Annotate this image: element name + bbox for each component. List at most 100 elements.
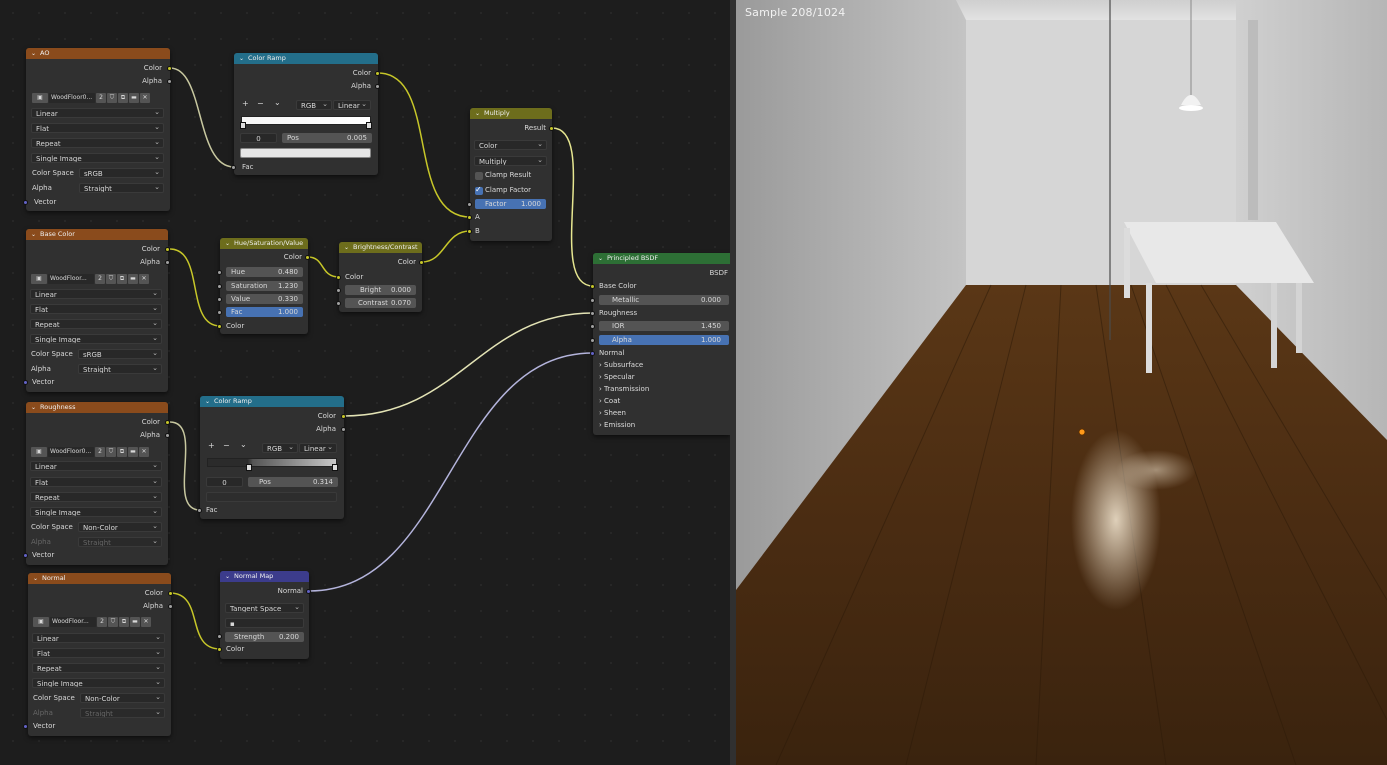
ramp2-color-socket[interactable]: [341, 414, 346, 419]
multiply-result-socket[interactable]: [549, 126, 554, 131]
source-dropdown[interactable]: Single Image: [30, 334, 162, 344]
panel-transmission[interactable]: › Transmission: [599, 383, 649, 395]
image-users-count[interactable]: 2: [96, 93, 106, 103]
ramp2-fac-socket[interactable]: [197, 508, 202, 513]
node-header[interactable]: ⌄ Normal: [28, 573, 171, 584]
node-header[interactable]: ⌄ Brightness/Contrast: [339, 242, 422, 253]
ramp1-color-socket[interactable]: [375, 71, 380, 76]
base-color-vector-socket[interactable]: [23, 380, 28, 385]
ramp1-alpha-socket[interactable]: [375, 84, 380, 89]
image-texture-node-normal[interactable]: ⌄ Normal Color Alpha ▣ WoodFloor... 2 ⛉ ⧉…: [28, 573, 171, 736]
panel-coat[interactable]: › Coat: [599, 395, 620, 407]
fake-user-shield-icon[interactable]: ⛉: [108, 617, 118, 627]
color-ramp-node-2[interactable]: ⌄ Color Ramp Color Alpha + − ⌄ RGB Linear…: [200, 396, 344, 519]
collapse-chevron-icon[interactable]: ⌄: [344, 242, 349, 253]
space-dropdown[interactable]: Tangent Space: [225, 603, 304, 613]
image-browse-icon[interactable]: ▣: [31, 447, 47, 457]
color-mode-dropdown[interactable]: RGB: [262, 443, 298, 453]
ramp-stop-right[interactable]: [332, 464, 338, 471]
base-color-color-socket[interactable]: [165, 247, 170, 252]
projection-dropdown[interactable]: Flat: [30, 477, 162, 487]
bc-contrast-socket[interactable]: [336, 301, 341, 306]
node-header[interactable]: ⌄ Multiply: [470, 108, 552, 119]
panel-emission[interactable]: › Emission: [599, 419, 635, 431]
ao-color-socket[interactable]: [167, 66, 172, 71]
source-dropdown[interactable]: Single Image: [31, 153, 164, 163]
extension-dropdown[interactable]: Repeat: [32, 663, 165, 673]
interpolation-dropdown[interactable]: Linear: [30, 461, 162, 471]
image-name-field[interactable]: WoodFloor0...: [48, 447, 94, 457]
collapse-chevron-icon[interactable]: ⌄: [598, 253, 603, 264]
extension-dropdown[interactable]: Repeat: [30, 319, 162, 329]
bc-color-output-socket[interactable]: [419, 260, 424, 265]
mix-multiply-node[interactable]: ⌄ Multiply Result Color Multiply Clamp Re…: [470, 108, 552, 241]
ramp2-alpha-socket[interactable]: [341, 427, 346, 432]
base-color-alpha-socket[interactable]: [165, 260, 170, 265]
hsv-hue-socket[interactable]: [217, 270, 222, 275]
collapse-chevron-icon[interactable]: ⌄: [205, 396, 210, 407]
active-stop-index[interactable]: 0: [206, 477, 243, 487]
duplicate-image-icon[interactable]: ⧉: [118, 93, 128, 103]
ramp1-fac-socket[interactable]: [231, 165, 236, 170]
contrast-slider[interactable]: Contrast 0.070: [345, 298, 416, 308]
normal-map-color-socket[interactable]: [217, 647, 222, 652]
panel-sheen[interactable]: › Sheen: [599, 407, 626, 419]
metallic-slider[interactable]: Metallic 0.000: [599, 295, 729, 305]
color-ramp-gradient[interactable]: [207, 458, 337, 467]
fake-user-shield-icon[interactable]: ⛉: [107, 93, 117, 103]
bsdf-base-color-socket[interactable]: [590, 284, 595, 289]
collapse-chevron-icon[interactable]: ⌄: [225, 238, 230, 249]
factor-slider[interactable]: Factor 1.000: [475, 199, 546, 209]
data-type-dropdown[interactable]: Color: [474, 140, 547, 150]
ramp-stop-left[interactable]: [246, 464, 252, 471]
ao-vector-socket[interactable]: [23, 200, 28, 205]
bsdf-alpha-socket[interactable]: [590, 338, 595, 343]
stop-position-slider[interactable]: Pos 0.005: [282, 133, 372, 143]
interpolation-dropdown[interactable]: Linear: [31, 108, 164, 118]
open-folder-icon[interactable]: ▬: [129, 93, 139, 103]
strength-slider[interactable]: Strength 0.200: [225, 632, 304, 642]
collapse-chevron-icon[interactable]: ⌄: [33, 573, 38, 584]
normal-tex-vector-socket[interactable]: [23, 724, 28, 729]
color-ramp-gradient[interactable]: [241, 116, 371, 125]
image-name-field[interactable]: WoodFloor...: [50, 617, 96, 627]
roughness-color-socket[interactable]: [165, 420, 170, 425]
projection-dropdown[interactable]: Flat: [31, 123, 164, 133]
render-viewport[interactable]: Sample 208/1024: [736, 0, 1387, 765]
normal-map-strength-socket[interactable]: [217, 634, 222, 639]
roughness-alpha-socket[interactable]: [165, 433, 170, 438]
node-header[interactable]: ⌄ Roughness: [26, 402, 168, 413]
normal-tex-color-socket[interactable]: [168, 591, 173, 596]
image-texture-node-roughness[interactable]: ⌄ Roughness Color Alpha ▣ WoodFloor0... 2…: [26, 402, 168, 565]
unlink-close-icon[interactable]: ✕: [141, 617, 151, 627]
open-folder-icon[interactable]: ▬: [128, 447, 138, 457]
image-users-count[interactable]: 2: [97, 617, 107, 627]
normal-map-node[interactable]: ⌄ Normal Map Normal Tangent Space ▪ Stren…: [220, 571, 309, 659]
image-texture-node-base-color[interactable]: ⌄ Base Color Color Alpha ▣ WoodFloor... 2…: [26, 229, 168, 392]
node-header[interactable]: ⌄ Normal Map: [220, 571, 309, 582]
remove-stop-icon[interactable]: −: [223, 441, 230, 450]
blend-mode-dropdown[interactable]: Multiply: [474, 156, 547, 166]
ao-alpha-socket[interactable]: [167, 79, 172, 84]
brightness-contrast-node[interactable]: ⌄ Brightness/Contrast Color Color Bright 0…: [339, 242, 422, 312]
bc-bright-socket[interactable]: [336, 288, 341, 293]
image-selector[interactable]: ▣ WoodFloor0... 2 ⛉ ⧉ ▬ ✕: [31, 447, 149, 457]
color-space-dropdown[interactable]: sRGB: [78, 349, 162, 359]
source-dropdown[interactable]: Single Image: [32, 678, 165, 688]
bsdf-ior-socket[interactable]: [590, 324, 595, 329]
alpha-slider[interactable]: Alpha 1.000: [599, 335, 729, 345]
collapse-chevron-icon[interactable]: ⌄: [31, 229, 36, 240]
collapse-chevron-icon[interactable]: ⌄: [31, 48, 36, 59]
image-browse-icon[interactable]: ▣: [32, 93, 48, 103]
stop-color-swatch[interactable]: [240, 148, 371, 158]
node-header[interactable]: ⌄ Color Ramp: [234, 53, 378, 64]
saturation-slider[interactable]: Saturation 1.230: [226, 281, 303, 291]
collapse-chevron-icon[interactable]: ⌄: [31, 402, 36, 413]
interpolation-dropdown[interactable]: Linear: [32, 633, 165, 643]
principled-bsdf-node[interactable]: ⌄ Principled BSDF BSDF Base Color Metalli…: [593, 253, 730, 435]
hue-saturation-value-node[interactable]: ⌄ Hue/Saturation/Value Color Hue 0.480 Sat…: [220, 238, 308, 334]
open-folder-icon[interactable]: ▬: [130, 617, 140, 627]
color-space-dropdown[interactable]: Non-Color: [78, 522, 162, 532]
node-header[interactable]: ⌄ Base Color: [26, 229, 168, 240]
fake-user-shield-icon[interactable]: ⛉: [106, 447, 116, 457]
